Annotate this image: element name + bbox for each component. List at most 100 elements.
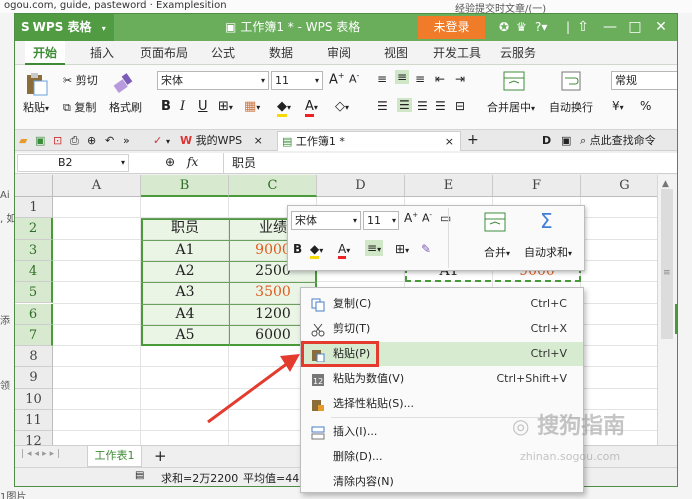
align-top-icon[interactable]: ≡ xyxy=(377,72,387,86)
cell-name[interactable]: A2 xyxy=(141,261,229,282)
distributed-icon[interactable]: ⊟ xyxy=(455,99,465,113)
function-button[interactable]: fx xyxy=(187,155,198,169)
context-menu-item[interactable]: 剪切(T) Ctrl+X xyxy=(301,317,583,341)
clear-format-icon[interactable]: ◇▾ xyxy=(335,99,349,114)
tab-review[interactable]: 审阅 xyxy=(327,41,351,65)
indent-decrease-icon[interactable]: ⇤ xyxy=(435,72,445,86)
percent-button[interactable]: % xyxy=(640,99,651,113)
mini-font-select[interactable]: 宋体 ▾ xyxy=(291,211,361,230)
currency-icon[interactable]: ¥▾ xyxy=(612,99,624,113)
side-panel-handle[interactable] xyxy=(675,304,677,334)
cell-name[interactable]: A1 xyxy=(141,240,229,261)
row-header[interactable]: 8 xyxy=(15,346,53,368)
tab-insert[interactable]: 插入 xyxy=(90,41,114,65)
format-painter-icon[interactable] xyxy=(113,71,135,93)
underline-button[interactable]: U xyxy=(198,99,208,114)
tab-my-wps[interactable]: W 我的WPS × xyxy=(180,131,263,151)
sheet-tab-1[interactable]: 工作表1 xyxy=(87,446,142,467)
row-header[interactable]: 4 xyxy=(15,260,53,283)
bold-button[interactable]: B xyxy=(161,99,171,114)
align-right-icon[interactable]: ☰ xyxy=(417,99,428,113)
layout-icon[interactable]: ▣ xyxy=(561,131,571,151)
indent-increase-icon[interactable]: ⇥ xyxy=(455,72,465,86)
column-header[interactable]: G xyxy=(581,175,657,197)
restore-ribbon-icon[interactable]: ⇧ xyxy=(571,14,595,41)
tab-workbook1[interactable]: ▤ 工作簿1 * × xyxy=(277,131,461,151)
pin-icon[interactable]: ✓ xyxy=(153,131,162,151)
cell-name[interactable]: A3 xyxy=(141,282,229,303)
vertical-scrollbar[interactable]: ▲ ≡ xyxy=(657,175,677,445)
merge-center-button[interactable]: 合并居中▾ xyxy=(487,99,535,115)
column-header[interactable]: D xyxy=(317,175,405,197)
context-menu-item[interactable]: 复制(C) Ctrl+C xyxy=(301,292,583,316)
mini-bold-button[interactable]: B xyxy=(293,242,302,256)
mini-font-shrink-icon[interactable]: A- xyxy=(422,211,432,225)
zoom-icon[interactable]: ⊕ xyxy=(165,155,175,169)
row-header[interactable]: 1 xyxy=(15,197,53,219)
tab-page-layout[interactable]: 页面布局 xyxy=(140,41,188,65)
column-header[interactable]: F xyxy=(493,175,581,197)
row-header[interactable]: 12 xyxy=(15,431,53,445)
wrap-text-button[interactable]: 自动换行 xyxy=(549,99,593,115)
mini-format-painter-icon[interactable]: ✎ xyxy=(421,242,431,256)
tab-developer[interactable]: 开发工具 xyxy=(433,41,481,65)
align-bottom-icon[interactable]: ≡ xyxy=(415,72,425,86)
italic-button[interactable]: I xyxy=(180,99,185,114)
app-menu-button[interactable]: S WPS 表格 ▾ xyxy=(15,14,114,41)
settings-icon[interactable]: ✪ xyxy=(499,14,509,41)
column-header[interactable]: B xyxy=(141,175,229,197)
font-color-icon[interactable]: A▾ xyxy=(305,99,318,117)
maximize-button[interactable]: □ xyxy=(623,14,647,41)
mini-fill-color-icon[interactable]: ◆▾ xyxy=(310,242,323,259)
wrap-text-icon[interactable] xyxy=(560,70,582,92)
paste-icon[interactable] xyxy=(24,71,50,97)
context-menu-item[interactable]: 清除内容(N) xyxy=(301,470,583,494)
cut-button[interactable]: ✂ 剪切 xyxy=(63,72,98,88)
row-header[interactable]: 5 xyxy=(15,282,53,304)
column-header[interactable]: C xyxy=(229,175,317,197)
row-header[interactable]: 11 xyxy=(15,410,53,432)
undo-icon[interactable]: ↶ xyxy=(105,131,114,151)
format-painter-button[interactable]: 格式刷 xyxy=(109,99,142,115)
font-grow-icon[interactable]: A+ xyxy=(329,71,345,87)
mini-border-icon[interactable]: ⊞▾ xyxy=(395,242,409,256)
mini-merge-icon[interactable] xyxy=(484,212,506,232)
row-header[interactable]: 10 xyxy=(15,388,53,410)
docer-icon[interactable]: D xyxy=(542,131,551,151)
save-icon[interactable]: ▣ xyxy=(35,131,45,151)
row-header[interactable]: 3 xyxy=(15,239,53,261)
export-pdf-icon[interactable]: ⊡ xyxy=(53,131,62,151)
row-header[interactable]: 2 xyxy=(15,218,53,240)
chevron-down-icon[interactable]: ▾ xyxy=(166,131,170,151)
align-center-icon[interactable]: ☰ xyxy=(397,98,412,112)
tab-cloud[interactable]: 云服务 xyxy=(500,41,536,65)
number-format-select[interactable]: 常规 xyxy=(611,71,677,90)
fill-pattern-icon[interactable]: ▦▾ xyxy=(244,99,260,114)
context-menu-item[interactable]: 12 粘贴为数值(V) Ctrl+Shift+V xyxy=(301,367,583,391)
sheet-nav-icons[interactable]: |◂◂▸▸| xyxy=(21,449,63,459)
align-left-icon[interactable]: ☰ xyxy=(377,99,388,113)
mini-align-icon[interactable]: ≡▾ xyxy=(365,240,384,256)
tab-formulas[interactable]: 公式 xyxy=(211,41,235,65)
close-icon[interactable]: × xyxy=(254,134,263,147)
name-box[interactable]: B2 ▾ xyxy=(17,154,129,172)
font-size-select[interactable]: 11 ▾ xyxy=(271,71,323,90)
chevron-up-icon[interactable]: ▲ xyxy=(662,179,669,189)
align-middle-icon[interactable]: ≡ xyxy=(395,70,410,84)
close-button[interactable]: ✕ xyxy=(649,14,673,41)
copy-button[interactable]: ⧉ 复制 xyxy=(63,99,96,115)
tab-home[interactable]: 开始 xyxy=(25,41,66,65)
login-button[interactable]: 未登录 xyxy=(418,16,485,39)
row-header[interactable]: 6 xyxy=(15,303,53,325)
print-preview-icon[interactable]: ⊕ xyxy=(87,131,96,151)
add-sheet-button[interactable]: + xyxy=(154,446,167,466)
scroll-thumb[interactable] xyxy=(661,189,673,339)
close-icon[interactable]: × xyxy=(445,132,454,151)
cell-header-name[interactable]: 职员 xyxy=(141,218,229,239)
mini-font-grow-icon[interactable]: A+ xyxy=(404,211,418,225)
fill-color-icon[interactable]: ◆▾ xyxy=(277,99,291,117)
formula-input[interactable]: 职员 xyxy=(223,153,677,173)
search-command[interactable]: ⌕ 点此查找命令 xyxy=(580,131,656,151)
select-all-corner[interactable] xyxy=(15,175,53,197)
mini-autosum-button[interactable]: 自动求和▾ xyxy=(524,244,572,260)
